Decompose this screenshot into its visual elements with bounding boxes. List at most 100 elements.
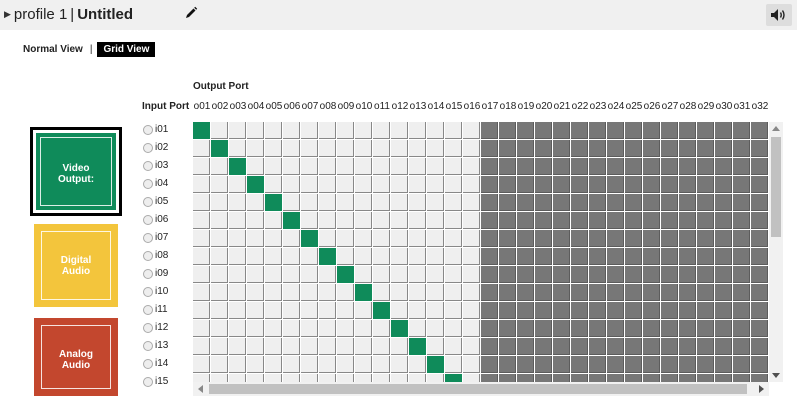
route-cell[interactable] xyxy=(283,140,300,157)
route-cell[interactable] xyxy=(301,320,318,337)
route-cell[interactable] xyxy=(301,140,318,157)
route-cell[interactable] xyxy=(391,338,408,355)
route-cell[interactable] xyxy=(445,176,462,193)
route-cell[interactable] xyxy=(211,266,228,283)
route-cell[interactable] xyxy=(265,230,282,247)
route-cell[interactable] xyxy=(301,122,318,139)
route-cell[interactable] xyxy=(445,122,462,139)
route-cell[interactable] xyxy=(193,302,210,319)
route-cell[interactable] xyxy=(193,230,210,247)
route-cell[interactable] xyxy=(427,302,444,319)
scroll-down-icon[interactable] xyxy=(772,373,780,378)
route-cell[interactable] xyxy=(445,212,462,229)
route-cell[interactable] xyxy=(463,302,480,319)
route-cell[interactable] xyxy=(283,302,300,319)
input-row[interactable]: i07 xyxy=(142,230,192,248)
route-cell[interactable] xyxy=(211,248,228,265)
route-cell[interactable] xyxy=(373,320,390,337)
route-cell[interactable] xyxy=(265,338,282,355)
route-cell[interactable] xyxy=(211,374,228,382)
input-row[interactable]: i13 xyxy=(142,338,192,356)
route-cell[interactable] xyxy=(427,140,444,157)
input-row[interactable]: i06 xyxy=(142,212,192,230)
route-cell[interactable] xyxy=(283,374,300,382)
route-cell[interactable] xyxy=(409,302,426,319)
route-cell[interactable] xyxy=(301,248,318,265)
route-cell[interactable] xyxy=(445,320,462,337)
digital-audio-button[interactable]: Digital Audio xyxy=(34,224,118,307)
route-cell[interactable] xyxy=(445,158,462,175)
route-cell[interactable] xyxy=(301,356,318,373)
route-cell[interactable] xyxy=(463,248,480,265)
route-cell[interactable] xyxy=(463,176,480,193)
route-cell[interactable] xyxy=(427,266,444,283)
route-cell[interactable] xyxy=(445,194,462,211)
input-row[interactable]: i11 xyxy=(142,302,192,320)
route-cell[interactable] xyxy=(463,140,480,157)
route-cell[interactable] xyxy=(229,194,246,211)
horizontal-scrollbar[interactable] xyxy=(193,382,769,396)
input-row[interactable]: i04 xyxy=(142,176,192,194)
route-cell[interactable] xyxy=(229,320,246,337)
route-cell[interactable] xyxy=(427,230,444,247)
route-cell[interactable] xyxy=(265,284,282,301)
route-cell[interactable] xyxy=(427,338,444,355)
route-cell[interactable] xyxy=(319,194,336,211)
route-cell[interactable] xyxy=(391,140,408,157)
route-cell[interactable] xyxy=(229,374,246,382)
route-cell[interactable] xyxy=(355,248,372,265)
route-cell[interactable] xyxy=(247,194,264,211)
route-cell[interactable] xyxy=(337,284,354,301)
route-cell[interactable] xyxy=(229,338,246,355)
route-cell[interactable] xyxy=(265,374,282,382)
route-cell[interactable] xyxy=(427,212,444,229)
input-radio[interactable] xyxy=(143,287,153,297)
route-cell[interactable] xyxy=(247,158,264,175)
route-cell[interactable] xyxy=(247,284,264,301)
route-cell[interactable] xyxy=(211,230,228,247)
route-cell[interactable] xyxy=(373,356,390,373)
route-cell[interactable] xyxy=(247,248,264,265)
route-cell[interactable] xyxy=(445,266,462,283)
route-cell[interactable] xyxy=(301,266,318,283)
route-cell[interactable] xyxy=(445,230,462,247)
route-cell-active[interactable] xyxy=(319,248,336,265)
route-cell[interactable] xyxy=(229,230,246,247)
route-cell[interactable] xyxy=(355,140,372,157)
route-cell[interactable] xyxy=(319,302,336,319)
route-cell[interactable] xyxy=(211,338,228,355)
route-cell[interactable] xyxy=(337,122,354,139)
route-cell[interactable] xyxy=(229,140,246,157)
route-cell[interactable] xyxy=(211,158,228,175)
route-cell[interactable] xyxy=(283,194,300,211)
route-cell[interactable] xyxy=(283,122,300,139)
route-cell[interactable] xyxy=(211,176,228,193)
route-cell[interactable] xyxy=(427,320,444,337)
input-row[interactable]: i01 xyxy=(142,122,192,140)
route-cell[interactable] xyxy=(409,230,426,247)
route-cell[interactable] xyxy=(463,212,480,229)
route-cell[interactable] xyxy=(337,140,354,157)
route-cell[interactable] xyxy=(193,320,210,337)
route-cell[interactable] xyxy=(373,158,390,175)
route-cell[interactable] xyxy=(391,284,408,301)
route-cell[interactable] xyxy=(229,176,246,193)
input-radio[interactable] xyxy=(143,233,153,243)
route-cell[interactable] xyxy=(427,122,444,139)
route-cell[interactable] xyxy=(409,248,426,265)
vertical-scroll-thumb[interactable] xyxy=(771,137,781,237)
route-cell[interactable] xyxy=(319,212,336,229)
input-row[interactable]: i09 xyxy=(142,266,192,284)
route-cell[interactable] xyxy=(409,266,426,283)
scroll-up-icon[interactable] xyxy=(772,126,780,131)
route-cell[interactable] xyxy=(373,374,390,382)
route-cell[interactable] xyxy=(463,122,480,139)
route-cell[interactable] xyxy=(211,122,228,139)
route-cell[interactable] xyxy=(193,374,210,382)
route-cell[interactable] xyxy=(427,158,444,175)
route-cell[interactable] xyxy=(265,302,282,319)
route-cell[interactable] xyxy=(229,266,246,283)
route-cell-active[interactable] xyxy=(247,176,264,193)
route-cell[interactable] xyxy=(301,302,318,319)
route-cell[interactable] xyxy=(337,176,354,193)
